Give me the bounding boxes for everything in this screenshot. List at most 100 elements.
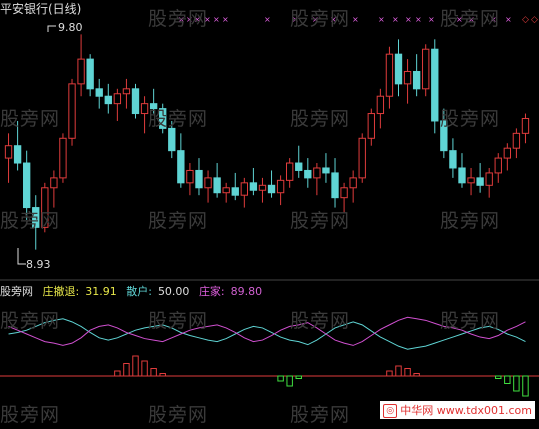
signal-marker: × [505, 15, 512, 24]
candle-body [276, 179, 285, 194]
candle-body [131, 88, 140, 115]
candle-body [177, 150, 185, 184]
indicator-name: 股旁网 [0, 285, 33, 298]
watermark: 股旁网 [148, 210, 209, 232]
zhuangchetui-value: 31.91 [85, 285, 117, 298]
candle-body [285, 162, 294, 181]
indicator-bar [286, 375, 293, 387]
candle-body [458, 167, 466, 184]
candle-body [231, 187, 239, 196]
signal-marker: × [415, 15, 422, 24]
candle-body [403, 70, 412, 85]
indicator-bar [413, 373, 420, 377]
watermark: 股旁网 [440, 108, 501, 130]
candle-body [376, 95, 385, 115]
signal-marker: ◇ [522, 15, 529, 25]
candle-body [476, 177, 484, 186]
site-text: 中华网 www.tdx001.com [400, 404, 532, 417]
indicator-bar [513, 375, 520, 392]
candle-body [412, 70, 421, 90]
indicator-bar [386, 370, 393, 377]
indicator-legend: 股旁网 庄撤退: 31.91 散户: 50.00 庄家: 89.80 [0, 283, 268, 299]
watermark: 股旁网 [290, 210, 351, 232]
indicator-bar [277, 375, 284, 382]
candle-body [340, 187, 348, 199]
watermark: 股旁网 [0, 310, 61, 332]
indicator-bar [141, 360, 148, 377]
candle-body [122, 88, 131, 95]
signal-marker: × [405, 15, 412, 24]
watermark: 股旁网 [0, 210, 61, 232]
candle-body [331, 172, 339, 199]
chart-stage: × × × × × × × × × × × × × × × × × × × × ◇ ◇ 平安银行(日线) 9.80 8.9… [0, 0, 539, 426]
indicator-bar [114, 370, 121, 377]
candle-body [431, 48, 439, 122]
candle-body [50, 177, 58, 189]
candle-body [512, 132, 521, 149]
low-price-label: 8.93 [26, 258, 51, 271]
signal-marker: × [378, 15, 385, 24]
signal-marker: × [264, 15, 271, 24]
candle-body [422, 48, 430, 90]
watermark: 股旁网 [148, 8, 209, 30]
candle-body [349, 177, 357, 189]
candle-body [295, 162, 303, 171]
watermark: 股旁网 [440, 310, 501, 332]
candle-body [313, 167, 321, 179]
candle-body [4, 145, 13, 159]
watermark: 股旁网 [290, 108, 351, 130]
candle-body [358, 137, 366, 179]
watermark: 股旁网 [0, 404, 61, 426]
zhuangjia-value: 89.80 [230, 285, 263, 298]
candle-body [22, 162, 31, 209]
signal-marker: × [352, 15, 359, 24]
indicator-bar [404, 368, 411, 377]
site-logo-icon: ◎ [383, 404, 398, 418]
candle-body [494, 157, 502, 174]
candle-body [240, 182, 249, 196]
candle-body [258, 184, 267, 191]
candle-body [467, 177, 475, 184]
watermark: 股旁网 [148, 404, 209, 426]
candle-body [59, 137, 67, 179]
candle-body [204, 177, 212, 189]
watermark: 股旁网 [148, 310, 209, 332]
sanhu-label: 散户: [126, 285, 152, 298]
candle-body [68, 83, 76, 139]
candle-body [249, 182, 258, 191]
sanhu-value: 50.00 [157, 285, 190, 298]
watermark: 股旁网 [0, 108, 61, 130]
candle-body [267, 184, 276, 194]
watermark: 股旁网 [440, 210, 501, 232]
candle-body [104, 95, 112, 105]
candle-body [86, 58, 94, 90]
watermark: 股旁网 [290, 310, 351, 332]
indicator-bar [522, 375, 529, 397]
candle-body [186, 169, 194, 184]
indicator-bar [295, 375, 302, 379]
chart-title: 平安银行(日线) [0, 2, 82, 16]
watermark: 股旁网 [290, 8, 351, 30]
candle-body [113, 93, 122, 105]
candle-body [385, 53, 394, 97]
indicator-bar [495, 375, 502, 379]
candle-body [140, 103, 149, 115]
indicator-bar [504, 375, 511, 384]
high-price-label: 9.80 [58, 21, 83, 34]
candle-body [367, 113, 375, 139]
candle-body [304, 169, 312, 179]
signal-marker: × [222, 15, 229, 24]
candle-body [95, 88, 103, 97]
candle-body [213, 177, 221, 194]
zhuangchetui-label: 庄撤退: [42, 285, 80, 298]
low-pointer [17, 248, 26, 265]
candle-body [503, 147, 512, 159]
site-badge[interactable]: ◎ 中华网 www.tdx001.com [380, 401, 535, 419]
candle-body [222, 187, 230, 194]
indicator-bar [159, 373, 166, 377]
watermark: 股旁网 [290, 404, 351, 426]
candle-body [195, 169, 203, 189]
candle-body [77, 58, 85, 85]
signal-marker: × [428, 15, 435, 24]
candle-body [13, 145, 22, 164]
